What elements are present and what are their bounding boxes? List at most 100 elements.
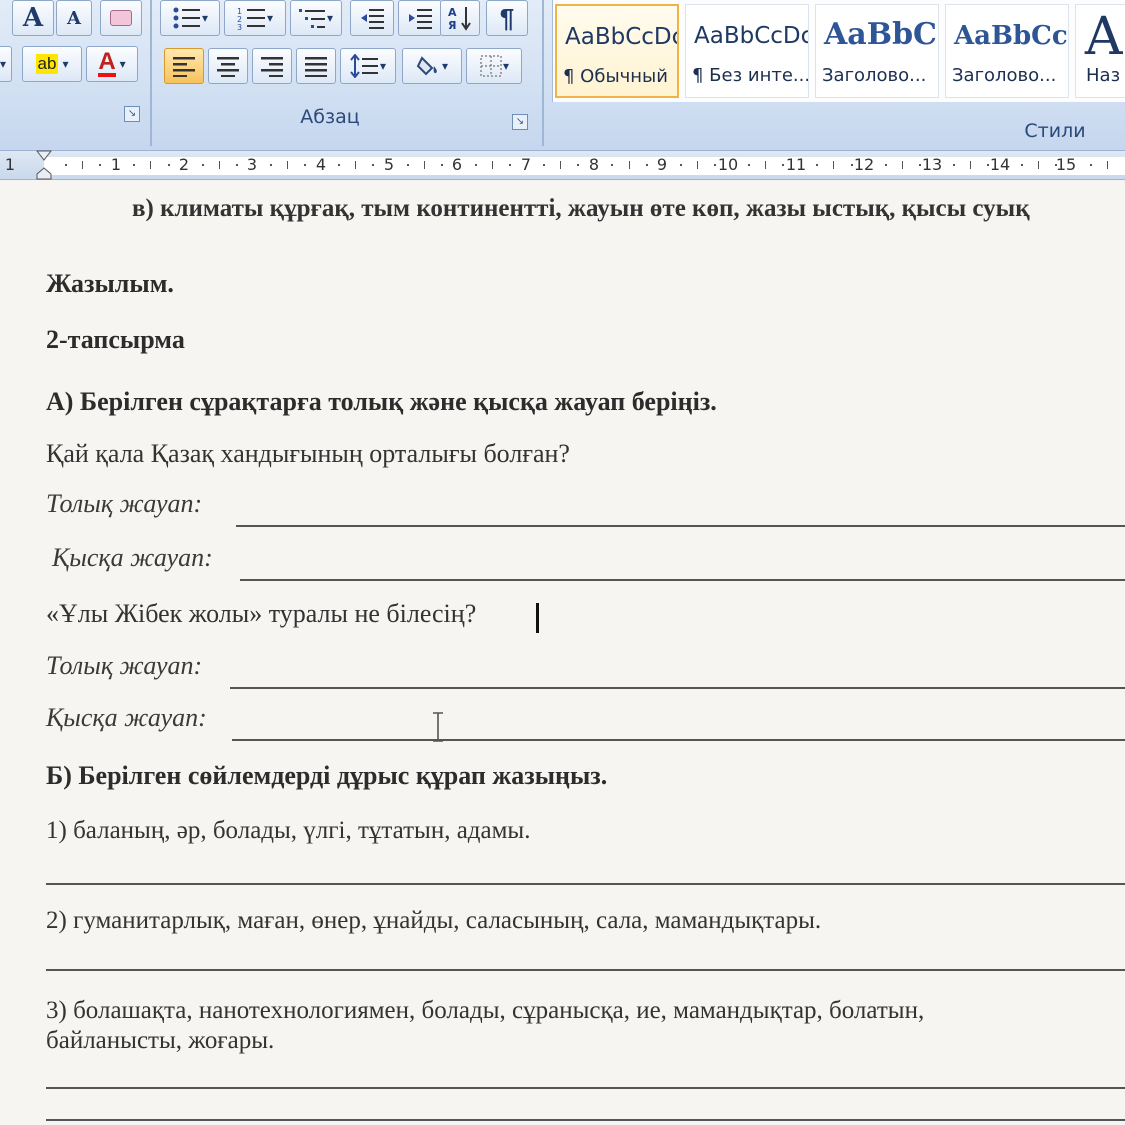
sort-az-icon: AЯ [448,6,471,31]
paint-bucket-icon [416,56,437,76]
ruler-dot [952,164,955,166]
style-sample: AaBbCcDc [694,23,809,49]
clear-formatting-button[interactable] [100,0,142,36]
ruler-half-tick [491,161,493,169]
align-center-button[interactable] [208,48,248,84]
sort-button[interactable]: AЯ [440,0,480,36]
ruler-dot [1055,164,1058,166]
shrink-font-icon: A [67,7,81,29]
i-beam-cursor-icon [433,712,443,742]
chevron-down-icon: ▾ [326,11,334,25]
borders-button[interactable]: ▾ [466,48,522,84]
task-title: 2-тапсырма [46,325,185,354]
ruler-track [44,157,1125,175]
answer-line[interactable] [236,525,1125,527]
ruler-dot [269,164,272,166]
ruler-dot [577,164,580,166]
paragraph-dialog-launcher[interactable]: ↘ [512,114,528,130]
ruler-dot [304,164,307,166]
ruler-number: 1 [4,155,16,174]
style-sample: А [1084,7,1124,67]
ruler-half-tick [560,161,562,169]
numbering-button[interactable]: 123 ▾ [224,0,286,36]
answer-line[interactable] [240,579,1125,581]
indent-marker-icon[interactable] [36,150,52,180]
chevron-down-icon: ▾ [266,11,274,25]
bullets-button[interactable]: ▾ [160,0,220,36]
chevron-down-icon: ▾ [502,59,510,73]
answer-line[interactable] [230,687,1125,689]
font-dropdown-button[interactable]: ▾ [0,46,12,82]
text-cursor [536,603,539,633]
short-answer-label: Қысқа жауап: [46,703,207,732]
align-left-icon [173,57,195,77]
font-color-button[interactable]: A ▾ [86,46,138,82]
ruler-dot [133,164,136,166]
ruler-half-tick [765,161,767,169]
document-page[interactable]: в) климаты құрғақ, тым континентті, жауы… [0,181,1125,1125]
style-heading-2[interactable]: AaBbCc Заголово... [945,4,1069,98]
style-name: Заголово... [952,65,1057,86]
ruler-number: 8 [588,155,600,174]
svg-text:3: 3 [237,23,242,30]
answer-option-c: в) климаты құрғақ, тым континентті, жауы… [132,195,1030,222]
answer-line[interactable] [46,1119,1125,1121]
ruler-half-tick [833,161,835,169]
style-sample: AaBbC [824,17,937,52]
multilevel-list-icon [298,9,325,28]
ruler-dot [65,164,68,166]
ruler-number: 6 [451,155,463,174]
style-no-spacing[interactable]: AaBbCcDc ¶ Без инте... [685,4,809,98]
style-sample: AaBbCcDc [565,24,679,50]
decrease-indent-icon [361,9,384,29]
grow-font-button[interactable]: A [12,0,54,36]
ruler-number: 2 [178,155,190,174]
justify-button[interactable] [296,48,336,84]
ruler-half-tick [628,161,630,169]
full-answer-label: Толық жауап: [46,651,203,680]
ruler-number: 13 [921,155,943,174]
ruler-number: 11 [785,155,807,174]
style-title[interactable]: А Наз [1075,4,1125,98]
ruler-dot [884,164,887,166]
ruler-half-tick [355,161,357,169]
ruler-number: 3 [246,155,258,174]
font-dialog-launcher[interactable]: ↘ [124,106,140,122]
shrink-font-button[interactable]: A [56,0,92,36]
eraser-icon [110,10,132,26]
style-heading-1[interactable]: AaBbC Заголово... [815,4,939,98]
chevron-down-icon: ▾ [201,11,209,25]
highlight-button[interactable]: ab ▾ [22,46,82,82]
decrease-indent-button[interactable] [350,0,394,36]
increase-indent-icon [409,9,432,29]
ruler-dot [406,164,409,166]
shading-button[interactable]: ▾ [402,48,462,84]
answer-line[interactable] [46,883,1125,885]
align-left-button[interactable] [164,48,204,84]
multilevel-list-button[interactable]: ▾ [290,0,342,36]
highlighter-icon: ab [35,54,59,74]
ruler-dot [201,164,204,166]
answer-line[interactable] [46,1087,1125,1089]
ruler-dot [987,164,990,166]
ruler-number: 15 [1055,155,1077,174]
horizontal-ruler[interactable]: 1 1 2 3 4 5 6 7 8 9 10 11 12 13 14 15 [0,150,1125,180]
ruler-dot [782,164,785,166]
line-spacing-button[interactable]: ▾ [340,48,396,84]
styles-gallery: AaBbCcDc ¶ Обычный AaBbCcDc ¶ Без инте..… [552,0,1125,102]
ruler-half-tick [150,161,152,169]
align-right-button[interactable] [252,48,292,84]
ruler-dot [1021,164,1024,166]
align-center-icon [217,57,239,77]
ruler-number: 1 [110,155,122,174]
style-normal[interactable]: AaBbCcDc ¶ Обычный [555,4,679,98]
sentence-3-line-1: 3) болашақта, нанотехнологиямен, болады,… [46,997,925,1024]
ruler-dot [543,164,546,166]
increase-indent-button[interactable] [398,0,442,36]
sentence-1: 1) баланың, әр, болады, үлгі, тұтатын, а… [46,817,531,844]
show-formatting-button[interactable]: ¶ [486,0,528,36]
answer-line[interactable] [46,969,1125,971]
chevron-down-icon: ▾ [62,57,69,71]
bullet-list-icon [173,7,200,29]
answer-line[interactable] [232,739,1125,741]
